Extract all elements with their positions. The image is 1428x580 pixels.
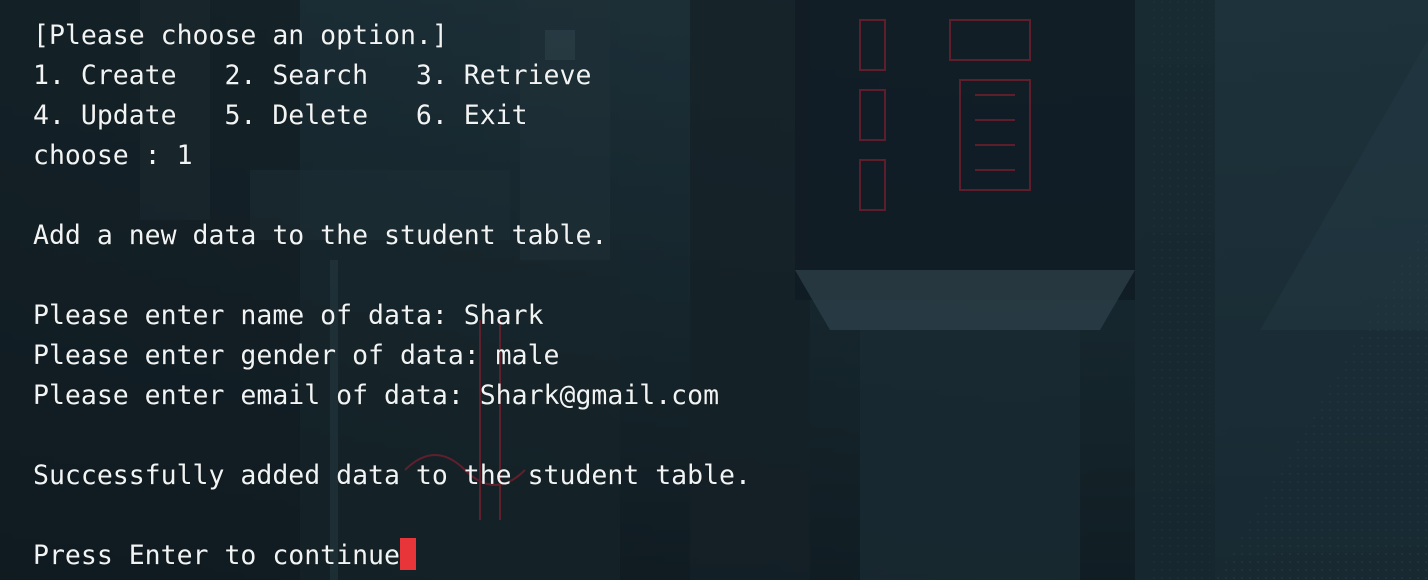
success-message: Successfully added data to the student t…: [33, 460, 751, 491]
name-entry-line: Please enter name of data: Shark: [33, 300, 544, 331]
continue-prompt-line[interactable]: Press Enter to continue: [33, 536, 1428, 576]
choice-input-line: choose : 1: [33, 140, 193, 171]
prompt-header: [Please choose an option.]: [33, 20, 448, 51]
terminal-cursor: [399, 538, 416, 570]
menu-options-row-1: 1. Create 2. Search 3. Retrieve: [33, 60, 592, 91]
continue-prompt-text: Press Enter to continue: [33, 540, 400, 571]
terminal-output[interactable]: [Please choose an option.] 1. Create 2. …: [0, 0, 1428, 580]
gender-entry-line: Please enter gender of data: male: [33, 340, 560, 371]
menu-options-row-2: 4. Update 5. Delete 6. Exit: [33, 100, 528, 131]
email-entry-line: Please enter email of data: Shark@gmail.…: [33, 380, 720, 411]
action-description: Add a new data to the student table.: [33, 220, 608, 251]
